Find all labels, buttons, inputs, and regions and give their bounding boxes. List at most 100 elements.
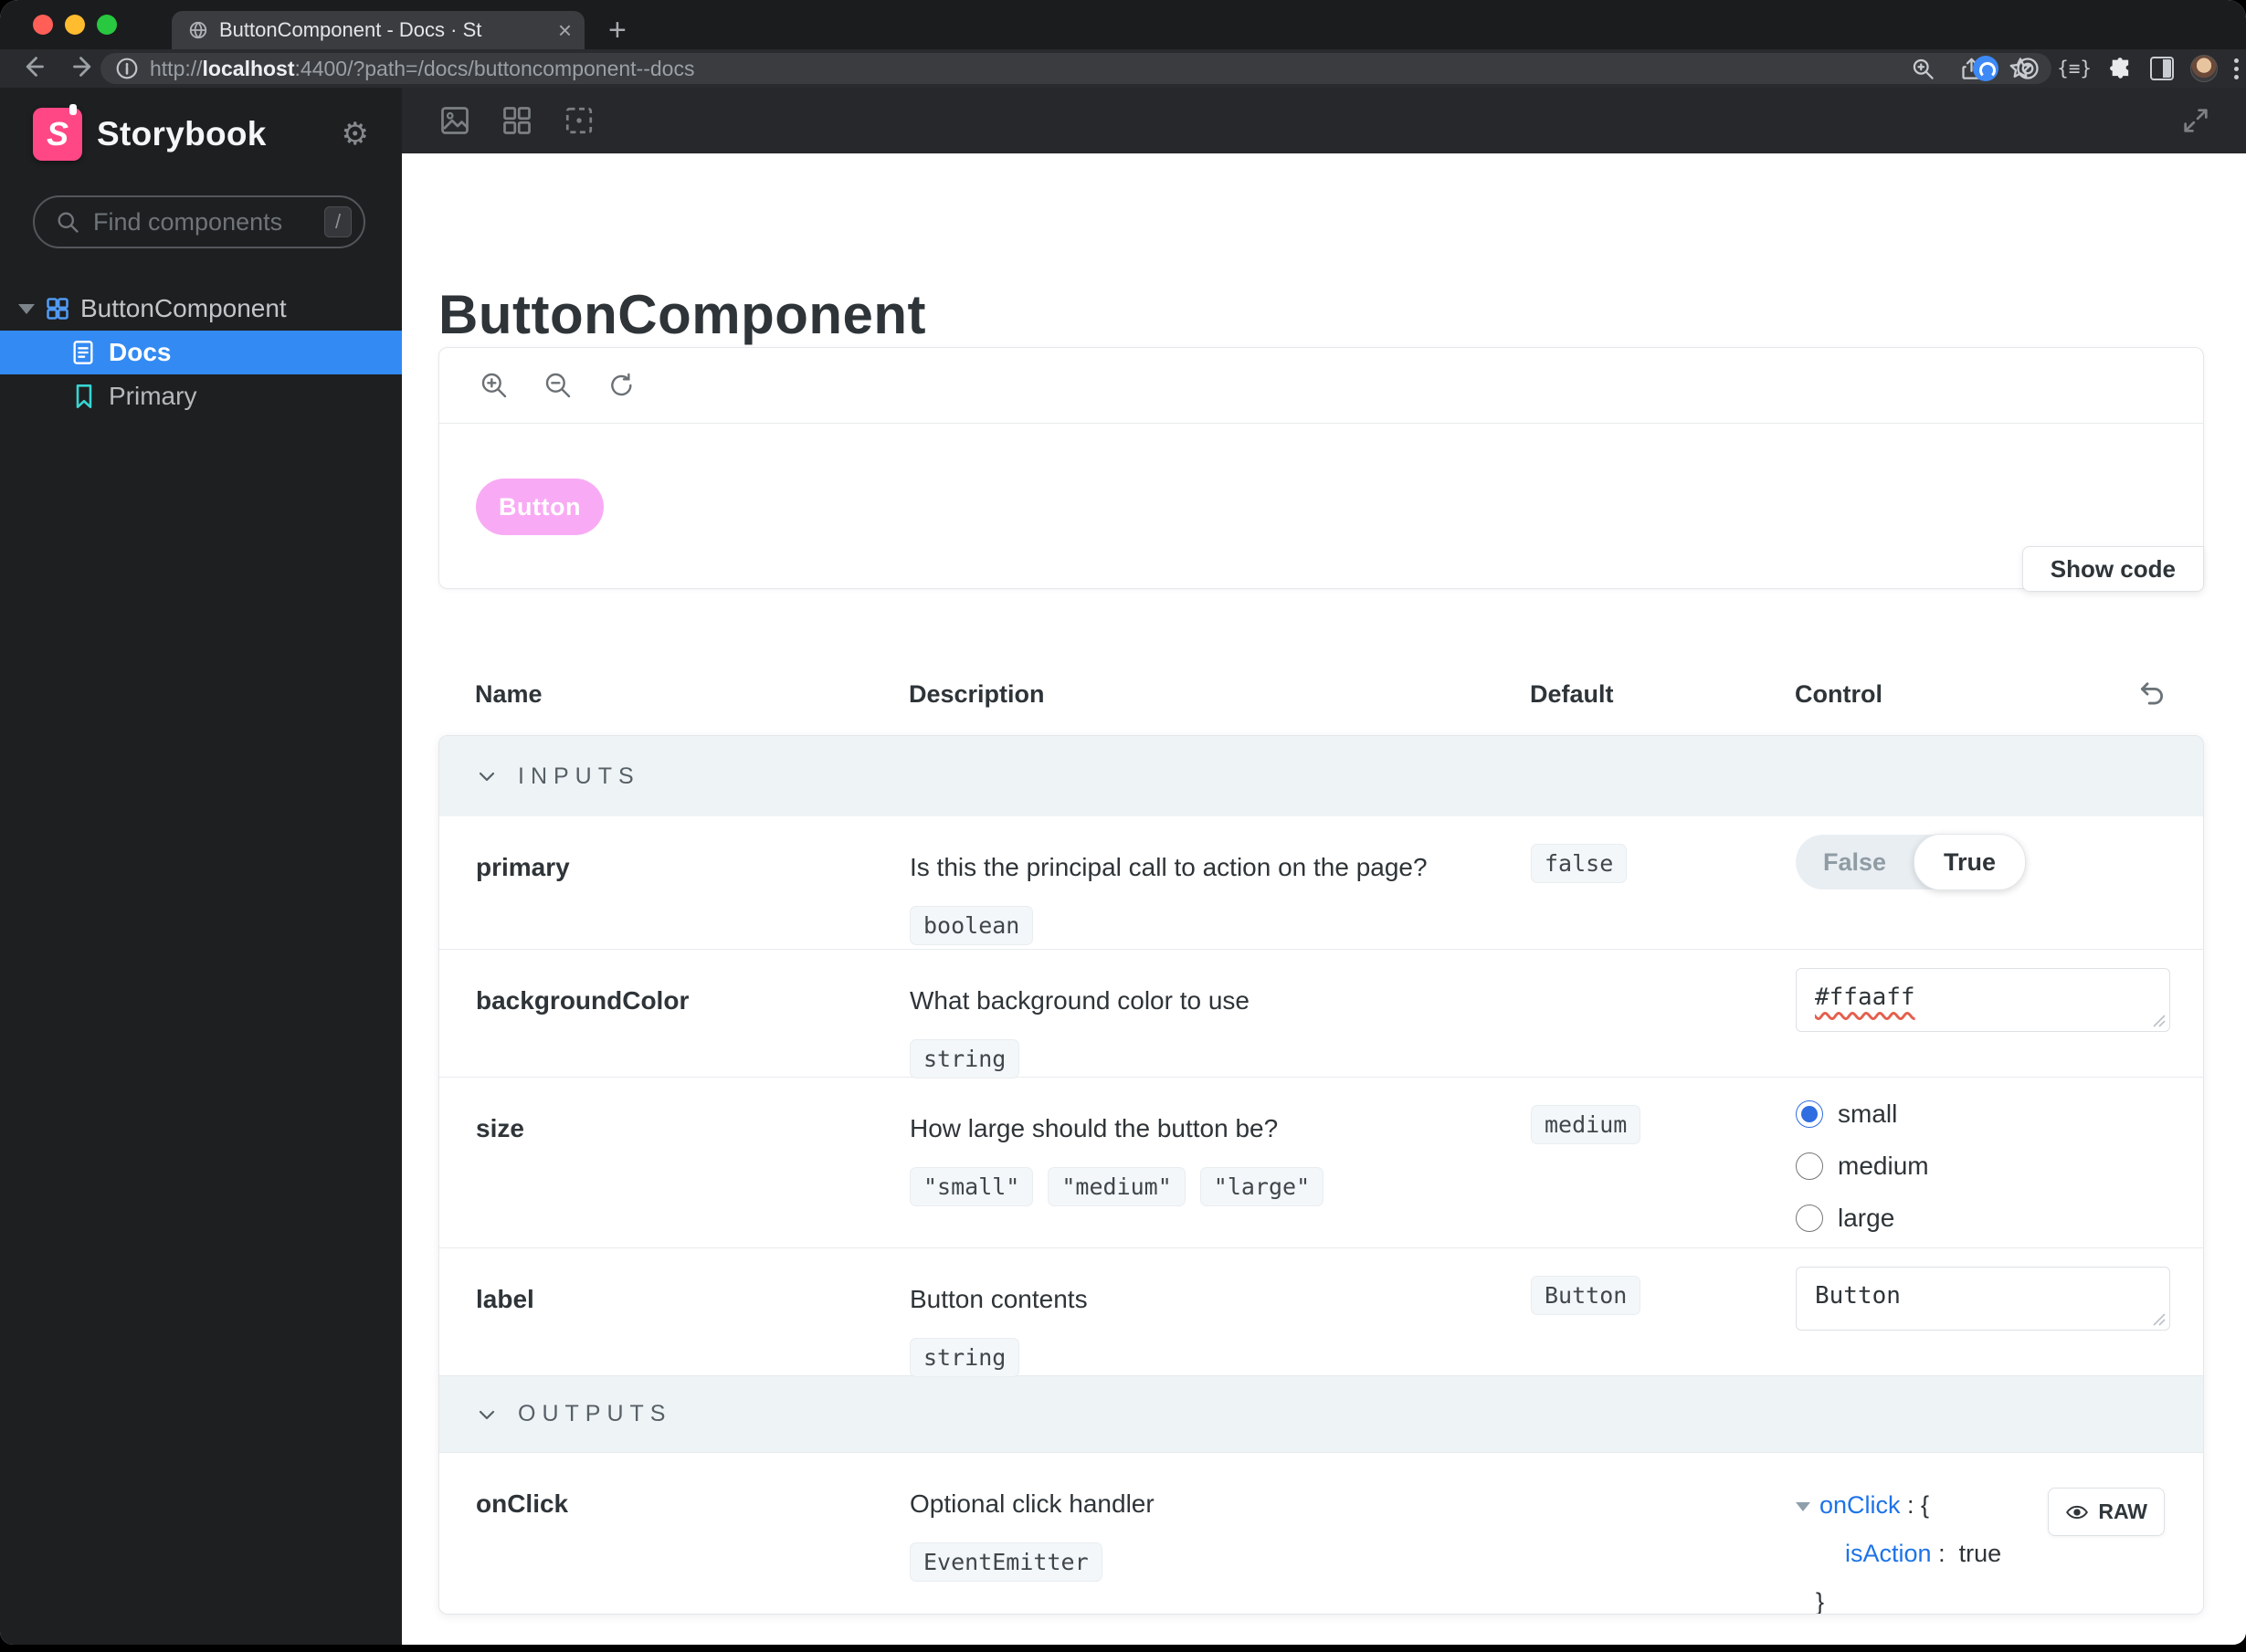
storybook-logo-letter: S [46, 115, 69, 153]
tab-title: ButtonComponent - Docs · St [219, 18, 482, 41]
zoom-in-icon[interactable] [480, 371, 509, 400]
radio-medium[interactable] [1796, 1152, 1823, 1180]
zoom-out-icon[interactable] [543, 371, 573, 400]
story-preview-panel: Button Show code [438, 347, 2204, 592]
devtools-extension-icon[interactable]: {≡} [2057, 58, 2092, 79]
raw-toggle-button[interactable]: RAW [2048, 1488, 2165, 1536]
tab-close-icon[interactable]: × [558, 18, 572, 42]
tab-strip: ButtonComponent - Docs · St × + [0, 0, 2246, 49]
chevron-down-icon [479, 772, 495, 782]
fullscreen-icon[interactable] [2180, 105, 2211, 136]
zoom-reset-icon[interactable] [607, 371, 637, 400]
tree-separator: : [1938, 1540, 1945, 1567]
storybook-logo[interactable]: S [33, 104, 82, 161]
tree-key[interactable]: onClick [1819, 1491, 1901, 1519]
arg-description: Is this the principal call to action on … [910, 853, 1428, 881]
label-text-input[interactable]: Button [1796, 1267, 2170, 1331]
zoom-window-button[interactable] [97, 15, 117, 35]
minimize-window-button[interactable] [65, 15, 85, 35]
radio-option-small[interactable]: small [1796, 1100, 2167, 1129]
address-bar[interactable]: http://localhost:4400/?path=/docs/button… [100, 53, 2051, 84]
args-table: INPUTS primary Is this the principal cal… [438, 735, 2204, 1615]
tree-value: true [1958, 1540, 2002, 1567]
radio-large[interactable] [1796, 1205, 1823, 1232]
sidebar-item-label: ButtonComponent [80, 294, 287, 322]
component-grid-icon [47, 298, 69, 320]
search-placeholder: Find components [93, 207, 283, 236]
table-row: size How large should the button be? "sm… [439, 1077, 2203, 1247]
arg-name: label [476, 1285, 534, 1313]
sidebar-item-primary[interactable]: Primary [0, 374, 402, 418]
profile-avatar[interactable] [2190, 55, 2218, 82]
page-title: ButtonComponent [438, 284, 927, 345]
arg-description: Optional click handler [910, 1489, 1155, 1518]
circles-extension-icon[interactable] [2015, 56, 2040, 81]
section-header-outputs[interactable]: OUTPUTS [439, 1375, 2203, 1452]
type-chip: string [910, 1338, 1020, 1377]
search-icon [58, 212, 79, 233]
show-code-button[interactable]: Show code [2021, 546, 2204, 592]
type-chip: "medium" [1048, 1167, 1186, 1206]
section-header-inputs[interactable]: INPUTS [439, 736, 2203, 816]
gear-icon[interactable]: ⚙ [342, 119, 369, 150]
password-manager-extension-icon[interactable] [1973, 56, 1999, 81]
extensions-puzzle-icon[interactable] [2108, 56, 2134, 81]
bookmark-icon [76, 384, 92, 408]
zoom-page-icon[interactable] [1911, 57, 1935, 81]
sidebar-item-docs[interactable]: Docs [0, 331, 402, 374]
site-info-icon[interactable] [115, 57, 139, 80]
type-chip: EventEmitter [910, 1542, 1102, 1582]
sidebar-item-label: Docs [109, 338, 172, 366]
globe-favicon-icon [189, 21, 207, 39]
section-label: INPUTS [518, 763, 640, 789]
arg-name: backgroundColor [476, 986, 690, 1015]
grid-tool-icon[interactable] [501, 104, 533, 137]
arg-description: Button contents [910, 1285, 1088, 1313]
new-tab-button[interactable]: + [608, 13, 627, 48]
browser-window: ButtonComponent - Docs · St × + http://l… [0, 0, 2246, 1645]
measure-tool-icon[interactable] [563, 104, 596, 137]
type-chip: boolean [910, 906, 1034, 945]
document-icon [73, 341, 93, 364]
toggle-false-option[interactable]: False [1796, 835, 1914, 889]
preview-zoom-toolbar [439, 348, 2203, 424]
input-value: Button [1815, 1282, 1901, 1310]
resize-grip-icon[interactable] [2152, 1014, 2167, 1028]
chevron-down-icon [479, 1410, 495, 1419]
search-input[interactable]: Find components / [33, 195, 365, 248]
reset-controls-icon[interactable] [2136, 677, 2167, 708]
args-table-header: Name Description Default Control [438, 680, 2204, 709]
forward-icon[interactable] [71, 54, 97, 79]
column-header-name: Name [475, 680, 543, 708]
toggle-true-option[interactable]: True [1914, 834, 2027, 890]
default-chip: Button [1531, 1276, 1641, 1315]
arg-description: How large should the button be? [910, 1114, 1279, 1142]
default-chip: false [1531, 844, 1628, 883]
radio-small[interactable] [1796, 1100, 1823, 1128]
back-icon[interactable] [20, 54, 46, 79]
browser-toolbar: http://localhost:4400/?path=/docs/button… [0, 49, 2246, 88]
tree-brace: } [1816, 1588, 1825, 1615]
docs-page: ButtonComponent Button Show code Name De… [402, 153, 2246, 1645]
backgroundcolor-text-input[interactable]: #ffaaff [1796, 968, 2170, 1032]
brand-title: Storybook [97, 115, 267, 153]
close-window-button[interactable] [33, 15, 53, 35]
image-tool-icon[interactable] [438, 104, 471, 137]
sidebar-item-buttoncomponent[interactable]: ButtonComponent [0, 287, 402, 331]
radio-option-large[interactable]: large [1796, 1204, 2167, 1233]
column-header-default: Default [1530, 680, 1614, 708]
input-value: #ffaaff [1815, 984, 1915, 1011]
resize-grip-icon[interactable] [2152, 1312, 2167, 1327]
column-header-description: Description [909, 680, 1045, 708]
tree-collapse-caret-icon[interactable] [1796, 1501, 1810, 1511]
tree-key[interactable]: isAction [1845, 1540, 1932, 1567]
raw-label: RAW [2098, 1499, 2147, 1523]
browser-menu-icon[interactable] [2234, 58, 2239, 79]
radio-label: medium [1838, 1152, 1929, 1180]
radio-option-medium[interactable]: medium [1796, 1152, 2167, 1181]
browser-tab[interactable]: ButtonComponent - Docs · St × [172, 11, 585, 49]
story-button[interactable]: Button [476, 479, 604, 535]
side-panel-icon[interactable] [2150, 57, 2174, 80]
expander-caret-icon[interactable] [18, 303, 35, 314]
eye-icon [2066, 1505, 2089, 1519]
